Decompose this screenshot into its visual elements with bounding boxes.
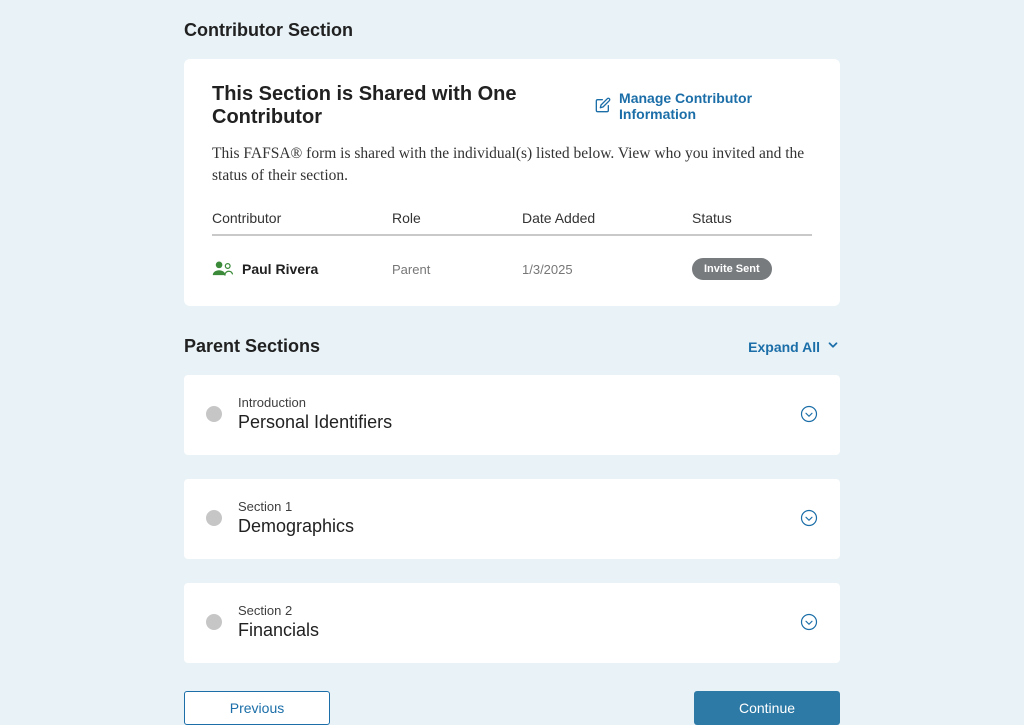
nav-button-row: Previous Continue	[184, 691, 840, 725]
accordion-demographics[interactable]: Section 1 Demographics	[184, 479, 840, 559]
chevron-down-circle-icon	[800, 509, 818, 527]
parent-sections-header: Parent Sections Expand All	[184, 336, 840, 357]
status-dot-icon	[206, 510, 222, 526]
contributor-row: Paul Rivera Parent 1/3/2025 Invite Sent	[212, 236, 812, 286]
status-badge: Invite Sent	[692, 258, 772, 280]
contributor-section-heading: Contributor Section	[184, 20, 840, 41]
col-status: Status	[692, 210, 812, 226]
accordion-overline: Section 1	[238, 499, 784, 514]
accordion-title: Personal Identifiers	[238, 412, 784, 433]
previous-button[interactable]: Previous	[184, 691, 330, 725]
contributor-status-cell: Invite Sent	[692, 258, 812, 280]
contributor-card-header: This Section is Shared with One Contribu…	[212, 83, 812, 129]
contributor-date-added: 1/3/2025	[522, 262, 692, 277]
status-dot-icon	[206, 406, 222, 422]
accordion-text: Section 1 Demographics	[238, 499, 784, 537]
contributor-table-header: Contributor Role Date Added Status	[212, 210, 812, 236]
accordion-text: Section 2 Financials	[238, 603, 784, 641]
manage-contributor-link[interactable]: Manage Contributor Information	[595, 90, 812, 122]
accordion-personal-identifiers[interactable]: Introduction Personal Identifiers	[184, 375, 840, 455]
chevron-down-circle-icon	[800, 405, 818, 423]
accordion-title: Financials	[238, 620, 784, 641]
contributor-card: This Section is Shared with One Contribu…	[184, 59, 840, 306]
manage-contributor-link-label: Manage Contributor Information	[619, 90, 812, 122]
status-dot-icon	[206, 614, 222, 630]
contributor-role: Parent	[392, 262, 522, 277]
accordion-overline: Section 2	[238, 603, 784, 618]
contributor-name-cell: Paul Rivera	[212, 259, 392, 280]
contributor-card-title: This Section is Shared with One Contribu…	[212, 83, 595, 129]
col-role: Role	[392, 210, 522, 226]
accordion-title: Demographics	[238, 516, 784, 537]
contributor-name: Paul Rivera	[242, 261, 318, 277]
expand-all-button[interactable]: Expand All	[748, 338, 840, 355]
chevron-down-circle-icon	[800, 613, 818, 631]
contributor-card-description: This FAFSA® form is shared with the indi…	[212, 143, 812, 186]
col-date-added: Date Added	[522, 210, 692, 226]
expand-all-label: Expand All	[748, 339, 820, 355]
accordion-financials[interactable]: Section 2 Financials	[184, 583, 840, 663]
accordion-overline: Introduction	[238, 395, 784, 410]
col-contributor: Contributor	[212, 210, 392, 226]
contributor-table: Contributor Role Date Added Status Paul …	[212, 210, 812, 286]
parent-sections-heading: Parent Sections	[184, 336, 320, 357]
edit-icon	[595, 97, 611, 116]
people-icon	[212, 259, 234, 280]
continue-button[interactable]: Continue	[694, 691, 840, 725]
accordion-text: Introduction Personal Identifiers	[238, 395, 784, 433]
chevron-down-icon	[826, 338, 840, 355]
